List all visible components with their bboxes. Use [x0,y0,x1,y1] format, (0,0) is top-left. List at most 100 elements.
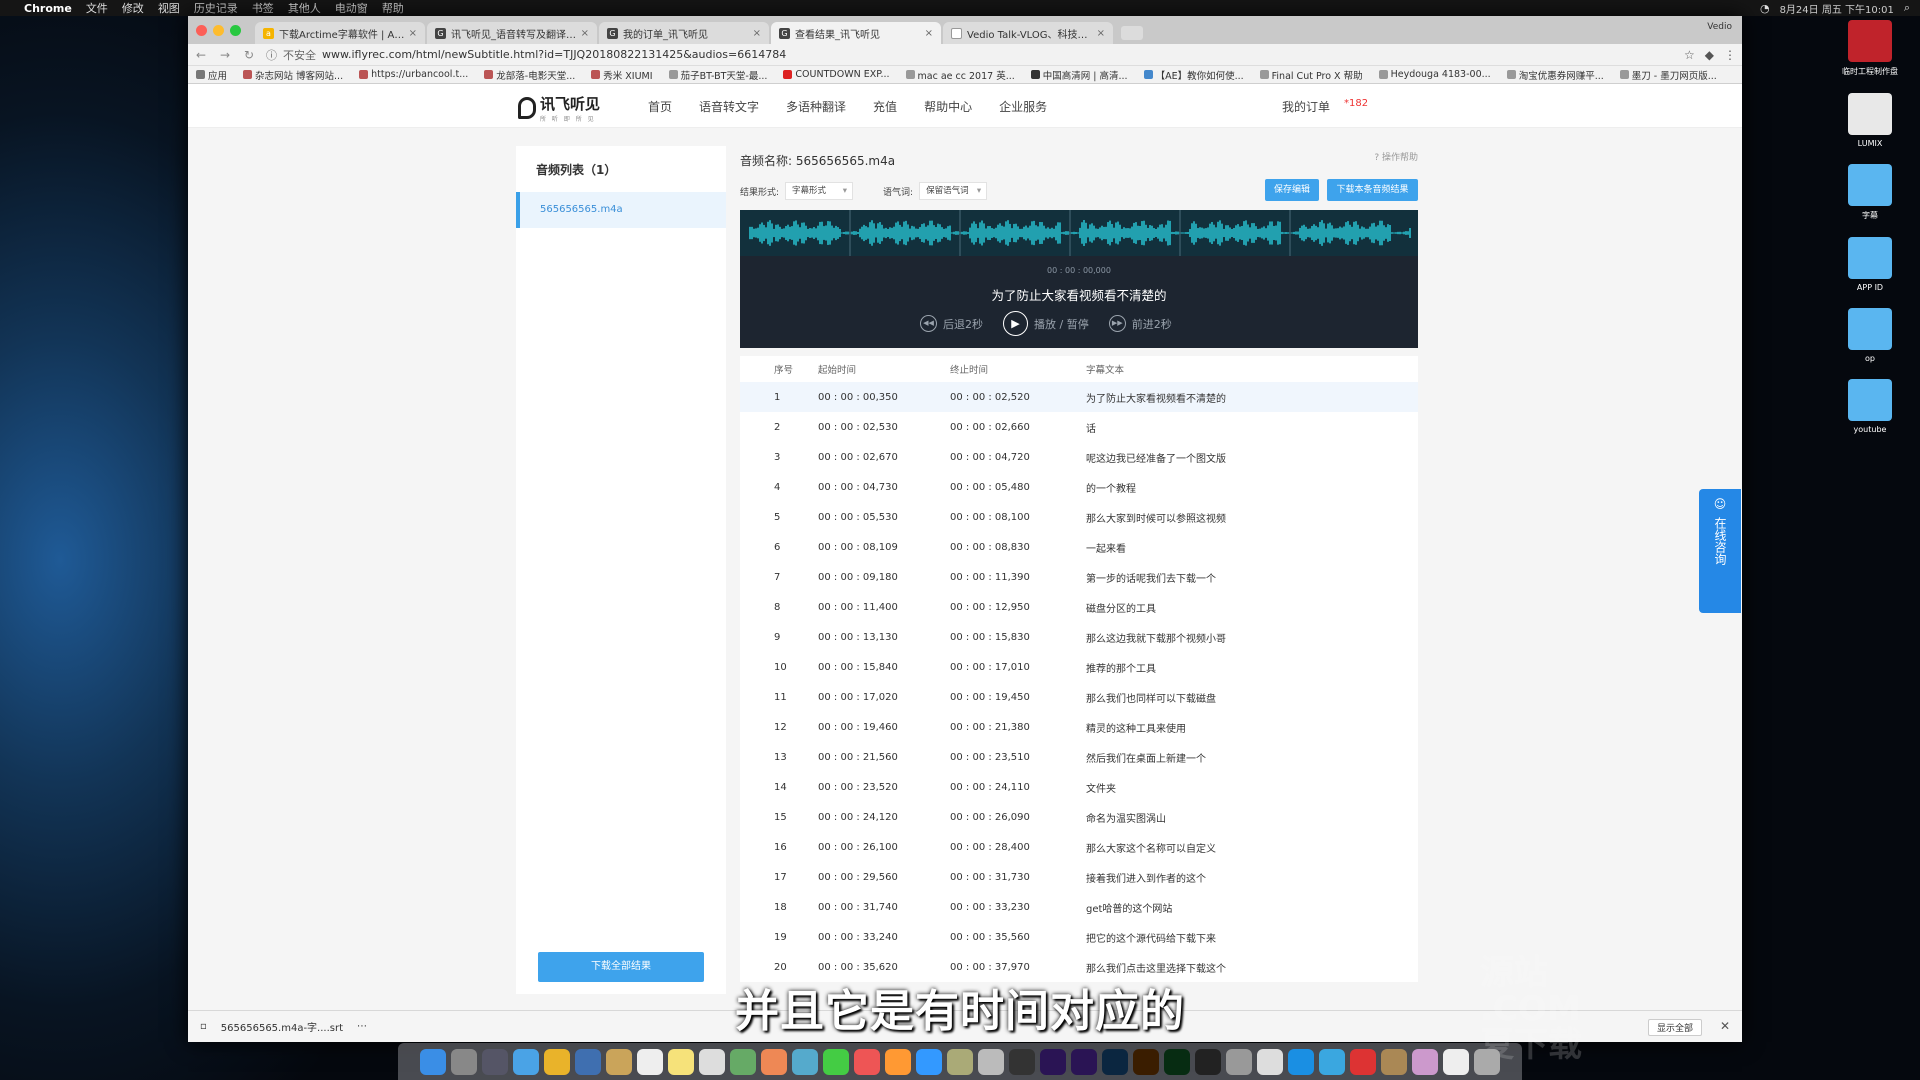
table-row[interactable]: 16 00 : 00 : 26,100 00 : 00 : 28,400 那么大家这个… [740,832,1418,862]
row-subtitle-text[interactable]: 然后我们在桌面上新建一个 [1086,750,1418,765]
music-icon[interactable] [854,1048,880,1075]
audio-list-item[interactable]: 565656565.m4a [516,192,726,228]
my-orders-link[interactable]: 我的订单 [1282,98,1330,115]
archive-icon[interactable] [1381,1048,1407,1075]
row-subtitle-text[interactable]: 文件夹 [1086,780,1418,795]
extension-icon[interactable]: ◆ [1705,48,1714,62]
browser-tab[interactable]: G 我的订单_讯飞听见 × [599,22,769,44]
bookmark-item[interactable]: 茄子BT-BT天堂-最... [668,68,767,82]
photos-icon[interactable] [761,1048,787,1075]
tab-close-icon[interactable]: × [581,28,589,39]
operation-help-link[interactable]: ? 操作帮助 [1374,150,1418,163]
facetime-icon[interactable] [823,1048,849,1075]
row-subtitle-text[interactable]: 那么我们点击这里选择下载这个 [1086,960,1418,975]
menubar-item[interactable]: 历史记录 [194,0,238,16]
table-row[interactable]: 19 00 : 00 : 33,240 00 : 00 : 35,560 把它的这个源… [740,922,1418,952]
account-phone[interactable]: *182 [1344,98,1368,115]
bookmark-item[interactable]: 【AE】教你如何使... [1143,68,1244,82]
table-row[interactable]: 2 00 : 00 : 02,530 00 : 00 : 02,660 话 [740,412,1418,442]
table-row[interactable]: 18 00 : 00 : 31,740 00 : 00 : 33,230 get哈普的… [740,892,1418,922]
table-row[interactable]: 5 00 : 00 : 05,530 00 : 00 : 08,100 那么大家到时候… [740,502,1418,532]
appstore-icon[interactable] [916,1048,942,1075]
bookmark-item[interactable]: https://urbancool.t... [359,69,468,80]
desktop-icon-folder[interactable]: youtube [1830,379,1910,434]
play-pause-button[interactable]: ▶ 播放 / 暂停 [1003,311,1089,336]
row-subtitle-text[interactable]: 把它的这个源代码给下载下来 [1086,930,1418,945]
forward-icon[interactable]: → [218,48,232,62]
stickies-icon[interactable] [668,1048,694,1075]
download-result-button[interactable]: 下载本条音频结果 [1327,179,1418,201]
row-subtitle-text[interactable]: 推荐的那个工具 [1086,660,1418,675]
row-subtitle-text[interactable]: 为了防止大家看视频看不清楚的 [1086,390,1418,405]
imovie-icon[interactable] [947,1048,973,1075]
utility-icon[interactable] [1412,1048,1438,1075]
site-logo[interactable]: 讯飞听见所 听 即 所 见 [518,93,600,123]
row-subtitle-text[interactable]: 命名为温实图涡山 [1086,810,1418,825]
nav-recharge[interactable]: 充值 [873,98,897,115]
browser-tab[interactable]: G 讯飞听见_语音转写及翻译平台 × [427,22,597,44]
reload-icon[interactable]: ↻ [242,48,256,62]
bookmark-item[interactable]: 龙部落-电影天堂... [484,68,575,82]
row-subtitle-text[interactable]: 呢这边我已经准备了一个图文版 [1086,450,1418,465]
waveform[interactable] [740,210,1418,256]
row-subtitle-text[interactable]: 精灵的这种工具来使用 [1086,720,1418,735]
desktop-icon-disk[interactable]: 临时工程制作盘 [1830,20,1910,77]
bookmark-item[interactable]: 应用 [196,68,227,82]
row-subtitle-text[interactable]: 一起来看 [1086,540,1418,555]
finder-icon[interactable] [420,1048,446,1075]
bookmark-item[interactable]: 中国高清网 | 高清... [1030,68,1128,82]
rewind-button[interactable]: ◀◀ 后退2秒 [920,315,983,332]
tab-close-icon[interactable]: × [1097,28,1105,39]
trash-icon[interactable] [1474,1048,1500,1075]
desktop-icon-folder[interactable]: op [1830,308,1910,363]
menubar-item[interactable]: 帮助 [382,0,404,16]
bookmark-item[interactable]: Final Cut Pro X 帮助 [1259,68,1363,82]
browser-tab[interactable]: Vedio Talk-VLOG、科技、生活 × [943,22,1113,44]
desktop-icon-folder[interactable]: APP ID [1830,237,1910,292]
nav-enterprise[interactable]: 企业服务 [999,98,1047,115]
menubar-item[interactable]: 修改 [122,0,144,16]
table-row[interactable]: 14 00 : 00 : 23,520 00 : 00 : 24,110 文件夹 [740,772,1418,802]
document-icon[interactable] [1443,1048,1469,1075]
desktop-icon-lumix[interactable]: LUMIX [1830,93,1910,148]
textedit-icon[interactable] [699,1048,725,1075]
profile-label[interactable]: Vedio [1707,22,1732,32]
menubar-item[interactable]: 电动窗 [335,0,368,16]
row-subtitle-text[interactable]: 磁盘分区的工具 [1086,600,1418,615]
nav-translation[interactable]: 多语种翻译 [786,98,846,115]
menubar-app-name[interactable]: Chrome [24,2,72,15]
table-row[interactable]: 1 00 : 00 : 00,350 00 : 00 : 02,520 为了防止大家看… [740,382,1418,412]
nav-speech-to-text[interactable]: 语音转文字 [699,98,759,115]
minimize-window-icon[interactable] [213,24,224,36]
table-row[interactable]: 13 00 : 00 : 21,560 00 : 00 : 23,510 然后我们在桌… [740,742,1418,772]
table-row[interactable]: 7 00 : 00 : 09,180 00 : 00 : 11,390 第一步的话呢我… [740,562,1418,592]
finalcut-icon[interactable] [978,1048,1004,1075]
close-window-icon[interactable] [196,24,207,36]
after-effects-icon[interactable] [1040,1048,1066,1075]
browser-tab[interactable]: a 下载Arctime字幕软件 | Arctime × [255,22,425,44]
nav-home[interactable]: 首页 [648,98,672,115]
menubar-item[interactable]: 视图 [158,0,180,16]
chrome-icon[interactable] [544,1048,570,1075]
table-row[interactable]: 17 00 : 00 : 29,560 00 : 00 : 31,730 接着我们进入… [740,862,1418,892]
wifi-icon[interactable]: ◔ [1760,2,1770,15]
mail-icon[interactable] [1350,1048,1376,1075]
new-tab-button[interactable] [1121,26,1143,40]
table-row[interactable]: 4 00 : 00 : 04,730 00 : 00 : 05,480 的一个教程 [740,472,1418,502]
menubar-clock[interactable]: 8月24日 周五 下午10:01 [1780,1,1894,16]
qq-icon[interactable] [1288,1048,1314,1075]
calendar-icon[interactable] [637,1048,663,1075]
safari-icon[interactable] [513,1048,539,1075]
row-subtitle-text[interactable]: 那么这边我就下载那个视频小哥 [1086,630,1418,645]
notes-icon[interactable] [606,1048,632,1075]
browser-tab-active[interactable]: G 查看结果_讯飞听见 × [771,22,941,44]
bookmark-star-icon[interactable]: ☆ [1684,48,1695,62]
launchpad-icon[interactable] [451,1048,477,1075]
forward-button[interactable]: ▶▶ 前进2秒 [1108,315,1172,332]
table-row[interactable]: 12 00 : 00 : 19,460 00 : 00 : 21,380 精灵的这种工… [740,712,1418,742]
messages-icon[interactable] [792,1048,818,1075]
row-subtitle-text[interactable]: 接着我们进入到作者的这个 [1086,870,1418,885]
menubar-item[interactable]: 书签 [252,0,274,16]
telegram-icon[interactable] [1319,1048,1345,1075]
row-subtitle-text[interactable]: 的一个教程 [1086,480,1418,495]
